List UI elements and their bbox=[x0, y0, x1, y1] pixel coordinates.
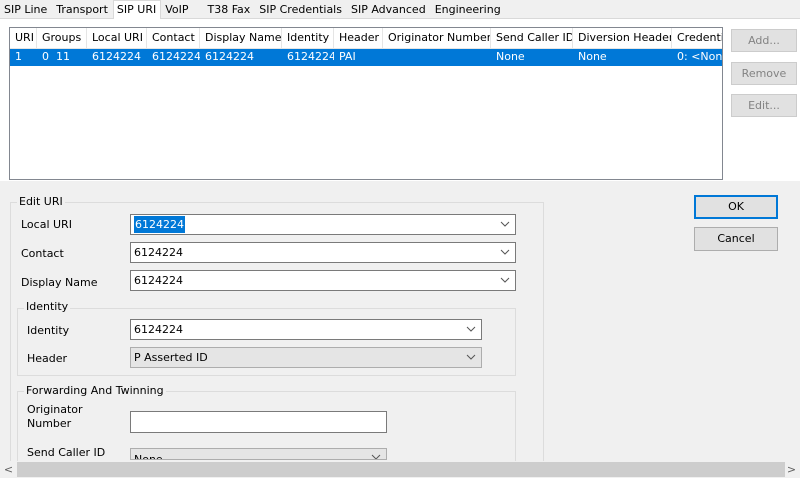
add-button[interactable]: Add... bbox=[731, 29, 797, 52]
contact-combo[interactable]: 6124224 bbox=[130, 242, 516, 263]
header-label: Header bbox=[27, 352, 68, 365]
scroll-right-icon[interactable]: > bbox=[783, 461, 800, 478]
local-uri-value: 6124224 bbox=[134, 216, 185, 233]
column-header-diversion-header[interactable]: Diversion Header bbox=[573, 28, 672, 48]
bottom-strip bbox=[0, 478, 800, 485]
chevron-down-icon[interactable] bbox=[371, 450, 381, 460]
header-select[interactable]: P Asserted ID bbox=[130, 347, 482, 368]
scroll-left-icon[interactable]: < bbox=[0, 461, 17, 478]
local-uri-combo[interactable]: 6124224 bbox=[130, 214, 516, 235]
tab-transport[interactable]: Transport bbox=[52, 0, 113, 18]
ok-button[interactable]: OK bbox=[694, 195, 778, 219]
local-uri-label: Local URI bbox=[21, 218, 72, 231]
tab-t38-fax[interactable]: T38 Fax bbox=[203, 0, 255, 18]
column-header-display-name[interactable]: Display Name bbox=[200, 28, 282, 48]
display-name-value: 6124224 bbox=[134, 274, 183, 287]
display-name-combo[interactable]: 6124224 bbox=[130, 270, 516, 291]
cell-diversion-header: None bbox=[578, 50, 607, 63]
send-caller-id-select[interactable]: None bbox=[130, 448, 387, 460]
edit-button[interactable]: Edit... bbox=[731, 94, 797, 117]
display-name-label: Display Name bbox=[21, 276, 98, 289]
tab-voip[interactable]: VoIP bbox=[161, 0, 193, 18]
send-caller-id-value: None bbox=[134, 453, 163, 460]
cell-display-name: 6124224 bbox=[205, 50, 254, 63]
chevron-down-icon[interactable] bbox=[500, 273, 510, 287]
chevron-down-icon[interactable] bbox=[500, 217, 510, 231]
cancel-button[interactable]: Cancel bbox=[694, 227, 778, 251]
cell-credentials: 0: <Non... bbox=[677, 50, 722, 63]
column-header-groups[interactable]: Groups bbox=[37, 28, 87, 48]
column-header-uri[interactable]: URI bbox=[10, 28, 37, 48]
edit-pane: Edit URI Local URI 6124224 Contact 61242… bbox=[0, 181, 800, 471]
column-header-credentials[interactable]: Credenti bbox=[672, 28, 722, 48]
identity-combo[interactable]: 6124224 bbox=[130, 319, 482, 340]
chevron-down-icon[interactable] bbox=[466, 350, 476, 364]
identity-label: Identity bbox=[27, 324, 70, 337]
column-header-identity[interactable]: Identity bbox=[282, 28, 334, 48]
chevron-down-icon[interactable] bbox=[466, 322, 476, 336]
uri-list[interactable]: URI Groups Local URI Contact Display Nam… bbox=[9, 27, 723, 180]
horizontal-scrollbar[interactable]: < > bbox=[0, 461, 800, 478]
cell-contact: 6124224 bbox=[152, 50, 200, 63]
identity-value: 6124224 bbox=[134, 323, 183, 336]
cell-originator-number bbox=[383, 49, 491, 66]
tab-sip-credentials[interactable]: SIP Credentials bbox=[255, 0, 347, 18]
column-header-local-uri[interactable]: Local URI bbox=[87, 28, 147, 48]
table-row[interactable]: 1 0 11 6124224 6124224 6124224 6124224 P… bbox=[10, 49, 722, 66]
cell-send-caller-id: None bbox=[496, 50, 525, 63]
column-header-send-caller-id[interactable]: Send Caller ID bbox=[491, 28, 573, 48]
column-header-originator-number[interactable]: Originator Number bbox=[383, 28, 491, 48]
remove-button[interactable]: Remove bbox=[731, 62, 797, 85]
edit-uri-group-title: Edit URI bbox=[17, 195, 65, 208]
cell-groups: 0 11 bbox=[42, 50, 70, 63]
cell-header: PAI bbox=[339, 50, 356, 63]
column-header-contact[interactable]: Contact bbox=[147, 28, 200, 48]
originator-label-line1: Originator bbox=[27, 403, 83, 416]
tab-sip-uri[interactable]: SIP URI bbox=[112, 0, 162, 19]
send-caller-id-label: Send Caller ID bbox=[27, 446, 106, 459]
column-header-header[interactable]: Header bbox=[334, 28, 383, 48]
tab-sip-line[interactable]: SIP Line bbox=[0, 0, 52, 18]
cell-local-uri: 6124224 bbox=[92, 50, 141, 63]
scrollbar-thumb[interactable] bbox=[17, 462, 785, 477]
forwarding-group-title: Forwarding And Twinning bbox=[24, 384, 166, 397]
uri-list-header: URI Groups Local URI Contact Display Nam… bbox=[10, 28, 722, 49]
identity-group-title: Identity bbox=[24, 300, 71, 313]
tab-engineering[interactable]: Engineering bbox=[431, 0, 506, 18]
cell-uri: 1 bbox=[15, 50, 22, 63]
chevron-down-icon[interactable] bbox=[500, 245, 510, 259]
originator-number-input[interactable] bbox=[130, 411, 387, 433]
originator-label-line2: Number bbox=[27, 417, 72, 430]
contact-value: 6124224 bbox=[134, 246, 183, 259]
contact-label: Contact bbox=[21, 247, 64, 260]
tab-sip-advanced[interactable]: SIP Advanced bbox=[347, 0, 431, 18]
header-value: P Asserted ID bbox=[134, 351, 208, 364]
cell-identity: 6124224 bbox=[287, 50, 334, 63]
tab-bar: SIP Line Transport SIP URI VoIP T38 Fax … bbox=[0, 0, 800, 19]
